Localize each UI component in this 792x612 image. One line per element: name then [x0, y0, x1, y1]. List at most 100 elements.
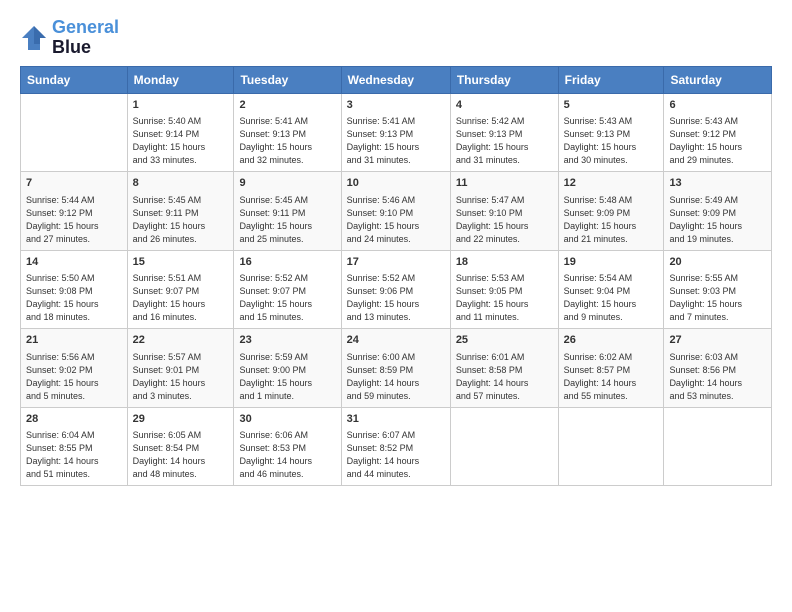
calendar-cell: 28 Sunrise: 6:04 AM Sunset: 8:55 PM Dayli… — [21, 407, 128, 486]
day-number: 13 — [669, 176, 766, 191]
logo-icon — [20, 24, 48, 52]
calendar-cell — [664, 407, 772, 486]
day-number: 21 — [26, 333, 122, 348]
week-row-3: 21 Sunrise: 5:56 AM Sunset: 9:02 PM Dayli… — [21, 329, 772, 408]
day-number: 31 — [347, 412, 445, 427]
day-number: 28 — [26, 412, 122, 427]
header-day-saturday: Saturday — [664, 66, 772, 93]
cell-info: Sunrise: 5:41 AM Sunset: 9:13 PM Dayligh… — [239, 115, 335, 167]
day-number: 24 — [347, 333, 445, 348]
cell-info: Sunrise: 5:50 AM Sunset: 9:08 PM Dayligh… — [26, 272, 122, 324]
cell-info: Sunrise: 5:56 AM Sunset: 9:02 PM Dayligh… — [26, 351, 122, 403]
calendar-cell: 16 Sunrise: 5:52 AM Sunset: 9:07 PM Dayli… — [234, 250, 341, 329]
day-number: 17 — [347, 255, 445, 270]
calendar-cell: 8 Sunrise: 5:45 AM Sunset: 9:11 PM Daylig… — [127, 172, 234, 251]
day-number: 5 — [564, 98, 659, 113]
calendar-cell: 29 Sunrise: 6:05 AM Sunset: 8:54 PM Dayli… — [127, 407, 234, 486]
cell-info: Sunrise: 6:04 AM Sunset: 8:55 PM Dayligh… — [26, 429, 122, 481]
calendar-cell: 2 Sunrise: 5:41 AM Sunset: 9:13 PM Daylig… — [234, 93, 341, 172]
cell-info: Sunrise: 5:40 AM Sunset: 9:14 PM Dayligh… — [133, 115, 229, 167]
header-day-monday: Monday — [127, 66, 234, 93]
calendar-cell: 31 Sunrise: 6:07 AM Sunset: 8:52 PM Dayli… — [341, 407, 450, 486]
calendar-cell: 24 Sunrise: 6:00 AM Sunset: 8:59 PM Dayli… — [341, 329, 450, 408]
cell-info: Sunrise: 6:01 AM Sunset: 8:58 PM Dayligh… — [456, 351, 553, 403]
cell-info: Sunrise: 5:45 AM Sunset: 9:11 PM Dayligh… — [133, 194, 229, 246]
day-number: 15 — [133, 255, 229, 270]
calendar-cell: 15 Sunrise: 5:51 AM Sunset: 9:07 PM Dayli… — [127, 250, 234, 329]
week-row-2: 14 Sunrise: 5:50 AM Sunset: 9:08 PM Dayli… — [21, 250, 772, 329]
cell-info: Sunrise: 5:47 AM Sunset: 9:10 PM Dayligh… — [456, 194, 553, 246]
header-day-tuesday: Tuesday — [234, 66, 341, 93]
day-number: 18 — [456, 255, 553, 270]
cell-info: Sunrise: 5:42 AM Sunset: 9:13 PM Dayligh… — [456, 115, 553, 167]
cell-info: Sunrise: 6:05 AM Sunset: 8:54 PM Dayligh… — [133, 429, 229, 481]
day-number: 11 — [456, 176, 553, 191]
calendar-cell: 11 Sunrise: 5:47 AM Sunset: 9:10 PM Dayli… — [450, 172, 558, 251]
calendar-cell: 23Sunrise: 5:59 AM Sunset: 9:00 PM Dayli… — [234, 329, 341, 408]
calendar-cell: 14 Sunrise: 5:50 AM Sunset: 9:08 PM Dayli… — [21, 250, 128, 329]
day-number: 20 — [669, 255, 766, 270]
week-row-0: 1Sunrise: 5:40 AM Sunset: 9:14 PM Daylig… — [21, 93, 772, 172]
calendar-cell: 7Sunrise: 5:44 AM Sunset: 9:12 PM Daylig… — [21, 172, 128, 251]
cell-info: Sunrise: 5:48 AM Sunset: 9:09 PM Dayligh… — [564, 194, 659, 246]
day-number: 19 — [564, 255, 659, 270]
cell-info: Sunrise: 5:43 AM Sunset: 9:12 PM Dayligh… — [669, 115, 766, 167]
cell-info: Sunrise: 6:02 AM Sunset: 8:57 PM Dayligh… — [564, 351, 659, 403]
cell-info: Sunrise: 5:52 AM Sunset: 9:06 PM Dayligh… — [347, 272, 445, 324]
calendar-cell: 19Sunrise: 5:54 AM Sunset: 9:04 PM Dayli… — [558, 250, 664, 329]
day-number: 16 — [239, 255, 335, 270]
header-day-sunday: Sunday — [21, 66, 128, 93]
cell-info: Sunrise: 6:03 AM Sunset: 8:56 PM Dayligh… — [669, 351, 766, 403]
cell-info: Sunrise: 5:46 AM Sunset: 9:10 PM Dayligh… — [347, 194, 445, 246]
day-number: 10 — [347, 176, 445, 191]
cell-info: Sunrise: 5:43 AM Sunset: 9:13 PM Dayligh… — [564, 115, 659, 167]
header-row: SundayMondayTuesdayWednesdayThursdayFrid… — [21, 66, 772, 93]
day-number: 23 — [239, 333, 335, 348]
cell-info: Sunrise: 6:00 AM Sunset: 8:59 PM Dayligh… — [347, 351, 445, 403]
calendar-cell: 30Sunrise: 6:06 AM Sunset: 8:53 PM Dayli… — [234, 407, 341, 486]
cell-info: Sunrise: 5:44 AM Sunset: 9:12 PM Dayligh… — [26, 194, 122, 246]
header-day-wednesday: Wednesday — [341, 66, 450, 93]
day-number: 2 — [239, 98, 335, 113]
cell-info: Sunrise: 5:53 AM Sunset: 9:05 PM Dayligh… — [456, 272, 553, 324]
cell-info: Sunrise: 5:55 AM Sunset: 9:03 PM Dayligh… — [669, 272, 766, 324]
header-day-friday: Friday — [558, 66, 664, 93]
week-row-1: 7Sunrise: 5:44 AM Sunset: 9:12 PM Daylig… — [21, 172, 772, 251]
header-day-thursday: Thursday — [450, 66, 558, 93]
day-number: 3 — [347, 98, 445, 113]
cell-info: Sunrise: 6:06 AM Sunset: 8:53 PM Dayligh… — [239, 429, 335, 481]
calendar-cell: 10 Sunrise: 5:46 AM Sunset: 9:10 PM Dayli… — [341, 172, 450, 251]
calendar-cell: 6 Sunrise: 5:43 AM Sunset: 9:12 PM Daylig… — [664, 93, 772, 172]
day-number: 4 — [456, 98, 553, 113]
calendar-cell: 3 Sunrise: 5:41 AM Sunset: 9:13 PM Daylig… — [341, 93, 450, 172]
calendar-cell — [558, 407, 664, 486]
calendar-cell: 22 Sunrise: 5:57 AM Sunset: 9:01 PM Dayli… — [127, 329, 234, 408]
header: GeneralBlue — [20, 18, 772, 58]
calendar-cell: 12Sunrise: 5:48 AM Sunset: 9:09 PM Dayli… — [558, 172, 664, 251]
day-number: 6 — [669, 98, 766, 113]
cell-info: Sunrise: 5:51 AM Sunset: 9:07 PM Dayligh… — [133, 272, 229, 324]
cell-info: Sunrise: 6:07 AM Sunset: 8:52 PM Dayligh… — [347, 429, 445, 481]
day-number: 22 — [133, 333, 229, 348]
cell-info: Sunrise: 5:41 AM Sunset: 9:13 PM Dayligh… — [347, 115, 445, 167]
day-number: 9 — [239, 176, 335, 191]
cell-info: Sunrise: 5:45 AM Sunset: 9:11 PM Dayligh… — [239, 194, 335, 246]
cell-info: Sunrise: 5:49 AM Sunset: 9:09 PM Dayligh… — [669, 194, 766, 246]
calendar-cell: 13 Sunrise: 5:49 AM Sunset: 9:09 PM Dayli… — [664, 172, 772, 251]
logo-text: GeneralBlue — [52, 18, 119, 58]
day-number: 8 — [133, 176, 229, 191]
calendar-cell: 17 Sunrise: 5:52 AM Sunset: 9:06 PM Dayli… — [341, 250, 450, 329]
cell-info: Sunrise: 5:52 AM Sunset: 9:07 PM Dayligh… — [239, 272, 335, 324]
day-number: 14 — [26, 255, 122, 270]
week-row-4: 28 Sunrise: 6:04 AM Sunset: 8:55 PM Dayli… — [21, 407, 772, 486]
cell-info: Sunrise: 5:57 AM Sunset: 9:01 PM Dayligh… — [133, 351, 229, 403]
page-container: GeneralBlue SundayMondayTuesdayWednesday… — [0, 0, 792, 496]
calendar-cell: 5 Sunrise: 5:43 AM Sunset: 9:13 PM Daylig… — [558, 93, 664, 172]
calendar-cell: 25Sunrise: 6:01 AM Sunset: 8:58 PM Dayli… — [450, 329, 558, 408]
day-number: 29 — [133, 412, 229, 427]
calendar-cell: 21 Sunrise: 5:56 AM Sunset: 9:02 PM Dayli… — [21, 329, 128, 408]
calendar-cell: 1Sunrise: 5:40 AM Sunset: 9:14 PM Daylig… — [127, 93, 234, 172]
calendar-cell: 18 Sunrise: 5:53 AM Sunset: 9:05 PM Dayli… — [450, 250, 558, 329]
calendar-cell — [21, 93, 128, 172]
calendar-cell: 26Sunrise: 6:02 AM Sunset: 8:57 PM Dayli… — [558, 329, 664, 408]
